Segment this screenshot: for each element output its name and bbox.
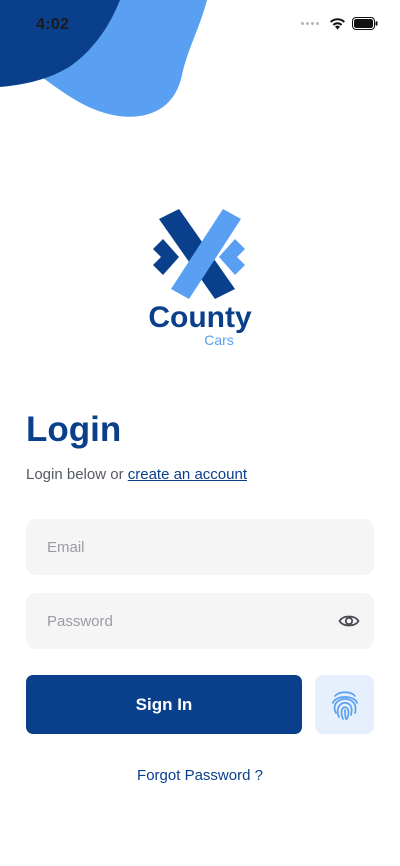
eye-icon[interactable]	[338, 611, 360, 631]
fingerprint-login-button[interactable]	[315, 675, 374, 734]
sign-in-button[interactable]: Sign In	[26, 675, 302, 734]
logo-subtitle: Cars	[204, 332, 234, 348]
email-input[interactable]	[26, 519, 374, 575]
subtitle-text: Login below or	[26, 466, 128, 483]
password-field-container	[26, 593, 374, 649]
email-field-container	[26, 519, 374, 575]
page-title: Login	[26, 410, 122, 449]
logo-wordmark: County	[148, 301, 252, 334]
create-account-link[interactable]: create an account	[128, 466, 247, 483]
county-cars-logo: County Cars	[148, 209, 252, 348]
status-bar: 4:02	[0, 0, 400, 50]
status-time: 4:02	[36, 16, 70, 33]
forgot-password-link[interactable]: Forgot Password ?	[0, 767, 400, 784]
battery-icon	[352, 17, 378, 30]
status-icons	[301, 17, 378, 30]
password-input[interactable]	[26, 593, 374, 649]
fingerprint-icon	[331, 690, 358, 720]
login-subtitle: Login below or create an account	[26, 466, 247, 483]
cellular-signal-icon	[301, 22, 319, 25]
wifi-icon	[330, 18, 345, 30]
